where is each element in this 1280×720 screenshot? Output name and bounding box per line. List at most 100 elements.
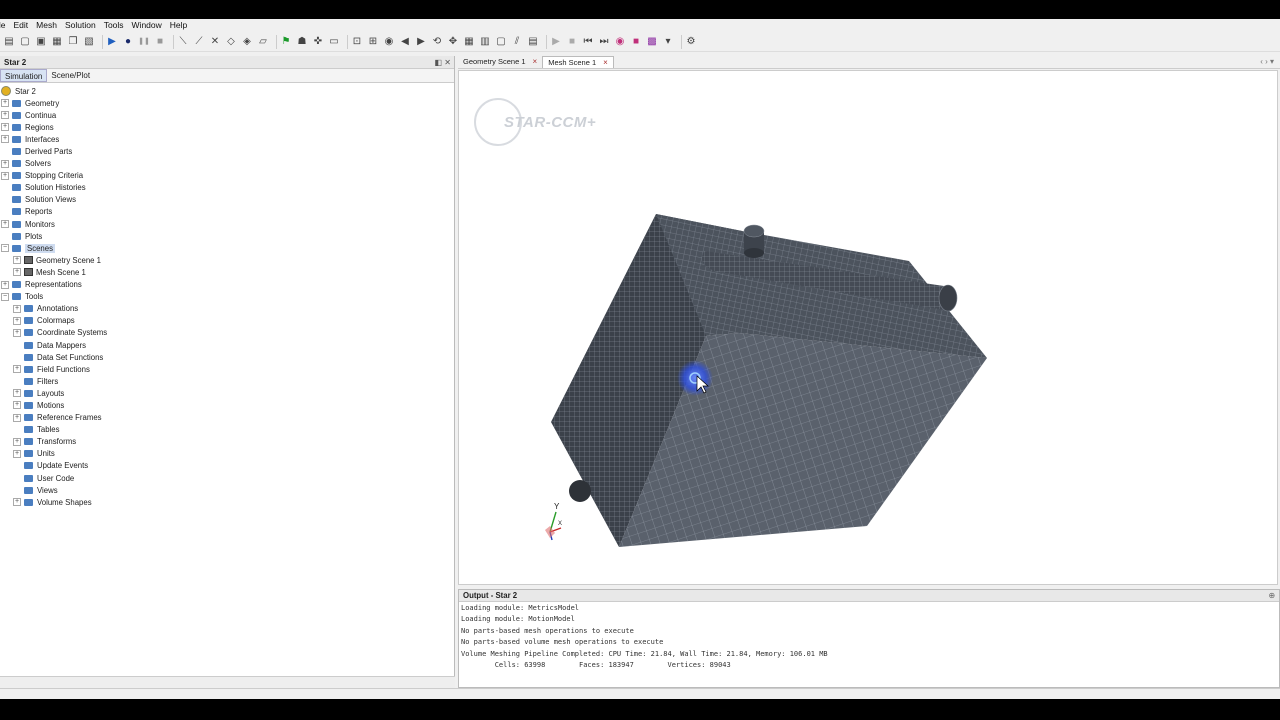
tree-item-coordinate-systems[interactable]: + Coordinate Systems <box>0 327 454 339</box>
mesh-icon[interactable]: ⟍ <box>177 36 189 48</box>
tree-item-annotations[interactable]: + Annotations <box>0 303 454 315</box>
fit-icon[interactable]: ⊡ <box>351 36 363 48</box>
tree-item-solvers[interactable]: + Solvers <box>0 158 454 170</box>
tree-item-filters[interactable]: Filters <box>0 375 454 387</box>
close-tab-icon[interactable]: × <box>603 57 608 69</box>
tab-scroll-icons[interactable]: ‹ › ▾ <box>1260 57 1274 66</box>
tree-item-user-code[interactable]: User Code <box>0 472 454 484</box>
step-forward-icon[interactable]: ⏭ <box>598 36 610 48</box>
tree-item-solution-histories[interactable]: Solution Histories <box>0 182 454 194</box>
tree-item-continua[interactable]: + Continua <box>0 109 454 121</box>
expand-icon[interactable]: + <box>1 111 9 120</box>
tree-item-field-functions[interactable]: + Field Functions <box>0 363 454 375</box>
mesh-model[interactable] <box>459 71 1279 586</box>
menu-edit[interactable]: Edit <box>10 19 33 31</box>
back-icon[interactable]: ◀ <box>399 36 411 48</box>
expand-icon[interactable]: + <box>1 280 9 289</box>
collapse-icon[interactable]: − <box>1 292 9 301</box>
tree-item-star-2[interactable]: Star 2 <box>0 85 454 97</box>
expand-icon[interactable]: + <box>13 389 21 398</box>
tree-item-data-mappers[interactable]: Data Mappers <box>0 339 454 351</box>
screenshot-icon[interactable]: ▭ <box>328 36 340 48</box>
expand-icon[interactable]: + <box>1 123 9 132</box>
panel-scrollbar[interactable] <box>0 676 455 688</box>
clear-mesh-icon[interactable]: ✕ <box>209 36 221 48</box>
tree-item-representations[interactable]: + Representations <box>0 279 454 291</box>
tree-item-volume-shapes[interactable]: + Volume Shapes <box>0 496 454 508</box>
cross-tool-icon[interactable]: ✜ <box>312 36 324 48</box>
copy-icon[interactable]: ❐ <box>67 36 79 48</box>
pause-icon[interactable]: ❚❚ <box>138 36 150 48</box>
expand-icon[interactable]: + <box>13 449 21 458</box>
tree-item-monitors[interactable]: + Monitors <box>0 218 454 230</box>
volume-mesh-icon[interactable]: ◈ <box>241 36 253 48</box>
tree-item-mesh-scene-1[interactable]: + Mesh Scene 1 <box>0 266 454 278</box>
menu-window[interactable]: Window <box>128 19 166 31</box>
tree-item-stopping-criteria[interactable]: + Stopping Criteria <box>0 170 454 182</box>
open-icon[interactable]: ▢ <box>19 36 31 48</box>
remesh-icon[interactable]: ▱ <box>257 36 269 48</box>
tree-item-regions[interactable]: + Regions <box>0 121 454 133</box>
surface-mesh-icon[interactable]: ◇ <box>225 36 237 48</box>
tree-item-update-events[interactable]: Update Events <box>0 460 454 472</box>
menu-tools[interactable]: Tools <box>100 19 128 31</box>
marker-icon[interactable]: ■ <box>630 36 642 48</box>
expand-icon[interactable]: + <box>13 365 21 374</box>
tree-item-solution-views[interactable]: Solution Views <box>0 194 454 206</box>
table-icon[interactable]: ▥ <box>479 36 491 48</box>
pan-icon[interactable]: ✥ <box>447 36 459 48</box>
close-panel-icon[interactable]: ✕ <box>444 56 451 69</box>
tab-geometry-scene[interactable]: Geometry Scene 1 × <box>458 56 542 68</box>
tree-item-colormaps[interactable]: + Colormaps <box>0 315 454 327</box>
expand-icon[interactable]: + <box>1 135 9 144</box>
zoom-icon[interactable]: ⊞ <box>367 36 379 48</box>
tree-item-transforms[interactable]: + Transforms <box>0 436 454 448</box>
tree-item-interfaces[interactable]: + Interfaces <box>0 133 454 145</box>
close-tab-icon[interactable]: × <box>533 56 538 68</box>
menu-file[interactable]: ile <box>0 19 10 31</box>
camera-icon[interactable]: ◉ <box>383 36 395 48</box>
tab-scene-plot[interactable]: Scene/Plot <box>47 69 94 82</box>
start-flag-icon[interactable]: ⚑ <box>280 36 292 48</box>
tree-item-tools[interactable]: − Tools <box>0 291 454 303</box>
expand-icon[interactable]: + <box>13 256 21 265</box>
tools-dropdown-icon[interactable]: ▾ <box>662 36 674 48</box>
tab-simulation[interactable]: Simulation <box>0 69 48 82</box>
menu-help[interactable]: Help <box>166 19 191 31</box>
expand-icon[interactable]: + <box>1 171 9 180</box>
rotate-icon[interactable]: ⟲ <box>431 36 443 48</box>
paste-icon[interactable]: ▧ <box>83 36 95 48</box>
expand-icon[interactable]: + <box>13 304 21 313</box>
expand-icon[interactable]: + <box>13 437 21 446</box>
new-icon[interactable]: ▤ <box>3 36 15 48</box>
collapse-icon[interactable]: − <box>1 244 9 253</box>
tree-item-tables[interactable]: Tables <box>0 424 454 436</box>
stop-icon[interactable]: ■ <box>154 36 166 48</box>
tree-item-geometry-scene-1[interactable]: + Geometry Scene 1 <box>0 254 454 266</box>
expand-icon[interactable]: + <box>1 220 9 229</box>
record-icon[interactable]: ◉ <box>614 36 626 48</box>
menu-solution[interactable]: Solution <box>61 19 100 31</box>
expand-icon[interactable]: + <box>13 401 21 410</box>
minimize-panel-icon[interactable]: ◧ <box>434 56 442 69</box>
tree-item-units[interactable]: + Units <box>0 448 454 460</box>
figure-icon[interactable]: ☗ <box>296 36 308 48</box>
expand-icon[interactable]: + <box>13 316 21 325</box>
expand-icon[interactable]: + <box>13 268 21 277</box>
tree-item-data-set-functions[interactable]: Data Set Functions <box>0 351 454 363</box>
expand-icon[interactable]: + <box>1 99 9 108</box>
step-icon[interactable]: ● <box>122 36 134 48</box>
expand-icon[interactable]: + <box>1 159 9 168</box>
tree-item-layouts[interactable]: + Layouts <box>0 387 454 399</box>
tree-item-views[interactable]: Views <box>0 484 454 496</box>
tree-item-reports[interactable]: Reports <box>0 206 454 218</box>
tree-item-plots[interactable]: Plots <box>0 230 454 242</box>
settings-gear-icon[interactable]: ⚙ <box>685 36 697 48</box>
grid-icon[interactable]: ▦ <box>463 36 475 48</box>
stop2-icon[interactable]: ■ <box>566 36 578 48</box>
mesh-view-icon[interactable]: ▤ <box>527 36 539 48</box>
menu-mesh[interactable]: Mesh <box>32 19 61 31</box>
tab-mesh-scene[interactable]: Mesh Scene 1 × <box>542 56 614 68</box>
play-icon[interactable]: ▶ <box>550 36 562 48</box>
expand-icon[interactable]: + <box>13 413 21 422</box>
